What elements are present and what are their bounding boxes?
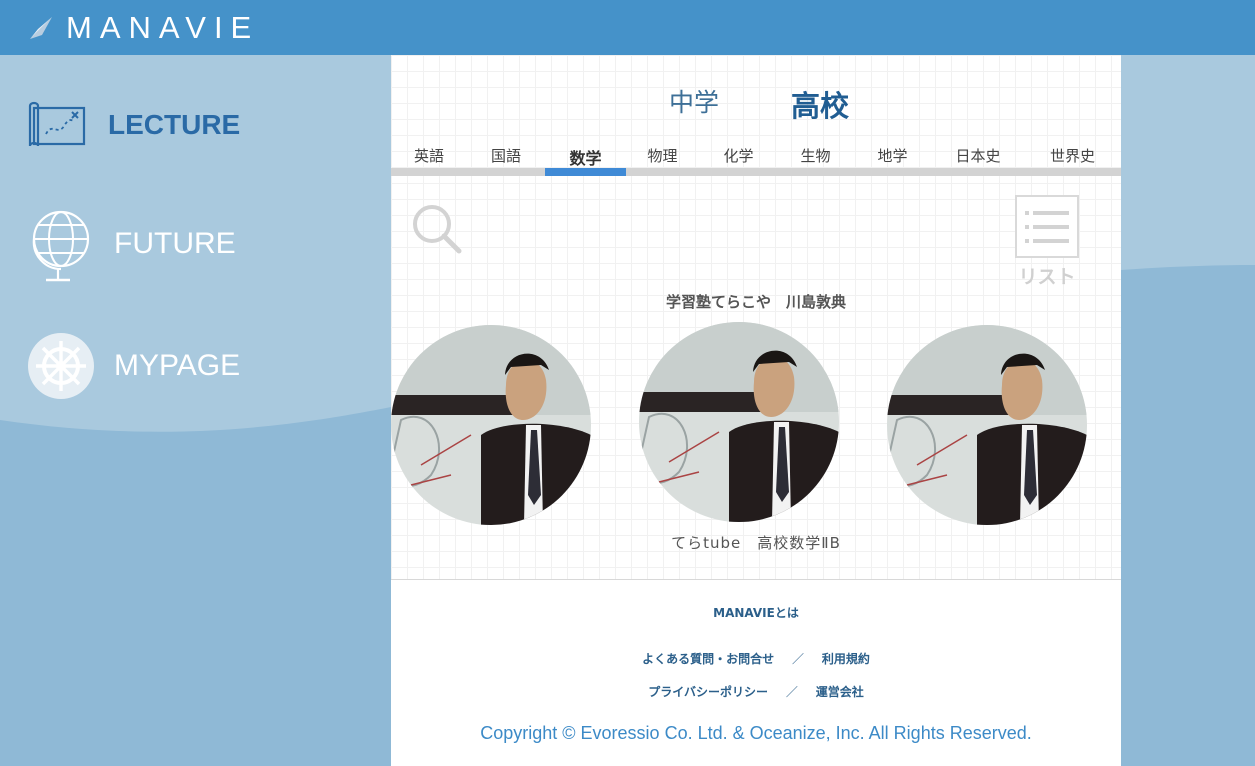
footer: MANAVIEとは よくある質問・お問合せ ／ 利用規約 プライバシーポリシー … xyxy=(391,579,1121,766)
search-button[interactable] xyxy=(411,203,463,255)
separator: ／ xyxy=(785,685,798,699)
sidebar-item-mypage[interactable]: MYPAGE xyxy=(28,333,240,399)
footer-links-row: プライバシーポリシー ／ 運営会社 xyxy=(391,683,1121,700)
sidebar-item-label: LECTURE xyxy=(108,109,241,140)
separator: ／ xyxy=(791,652,804,666)
top-bar: MANAVIE xyxy=(0,0,1255,55)
main-content: 中学 高校 英語 国語 数学 物理 化学 生物 地学 日本史 世界史 リスト 学… xyxy=(391,55,1121,766)
right-wave xyxy=(1121,55,1255,270)
video-title[interactable]: てらtube 高校数学ⅡB xyxy=(391,532,1121,553)
video-thumbnail[interactable] xyxy=(639,322,839,522)
about-link[interactable]: MANAVIEとは xyxy=(713,606,799,620)
list-icon xyxy=(1015,195,1079,258)
copyright: Copyright © Evoressio Co. Ltd. & Oceaniz… xyxy=(480,723,1032,743)
privacy-link[interactable]: プライバシーポリシー xyxy=(648,685,768,699)
logo-text: MANAVIE xyxy=(66,9,260,45)
footer-links-row: よくある質問・お問合せ ／ 利用規約 xyxy=(391,650,1121,667)
map-icon xyxy=(28,101,86,147)
sidebar-item-label: MYPAGE xyxy=(114,349,241,382)
subject-tab-indicator xyxy=(545,168,626,176)
list-label: リスト xyxy=(1018,266,1076,288)
logo-icon xyxy=(30,16,52,39)
tab-junior-high[interactable]: 中学 xyxy=(669,83,719,119)
list-button[interactable]: リスト xyxy=(1015,195,1079,288)
faq-link[interactable]: よくある質問・お問合せ xyxy=(642,652,774,666)
terms-link[interactable]: 利用規約 xyxy=(822,652,870,666)
search-icon xyxy=(413,205,462,254)
sidebar-item-lecture[interactable]: LECTURE xyxy=(28,100,240,150)
sidebar-item-label: FUTURE xyxy=(114,227,236,260)
video-thumbnail[interactable] xyxy=(391,325,591,525)
logo[interactable]: MANAVIE xyxy=(28,10,259,46)
teacher-name: 学習塾てらこや 川島敦典 xyxy=(665,293,846,311)
video-thumbnail[interactable] xyxy=(887,325,1087,525)
company-link[interactable]: 運営会社 xyxy=(816,685,864,699)
globe-icon xyxy=(32,210,90,282)
tab-high-school[interactable]: 高校 xyxy=(791,83,849,125)
level-tabs: 中学 高校 xyxy=(391,83,1121,123)
subject-tab-bar xyxy=(391,168,1121,176)
ship-wheel-icon xyxy=(28,333,94,399)
sidebar-item-future[interactable]: FUTURE xyxy=(28,203,236,285)
